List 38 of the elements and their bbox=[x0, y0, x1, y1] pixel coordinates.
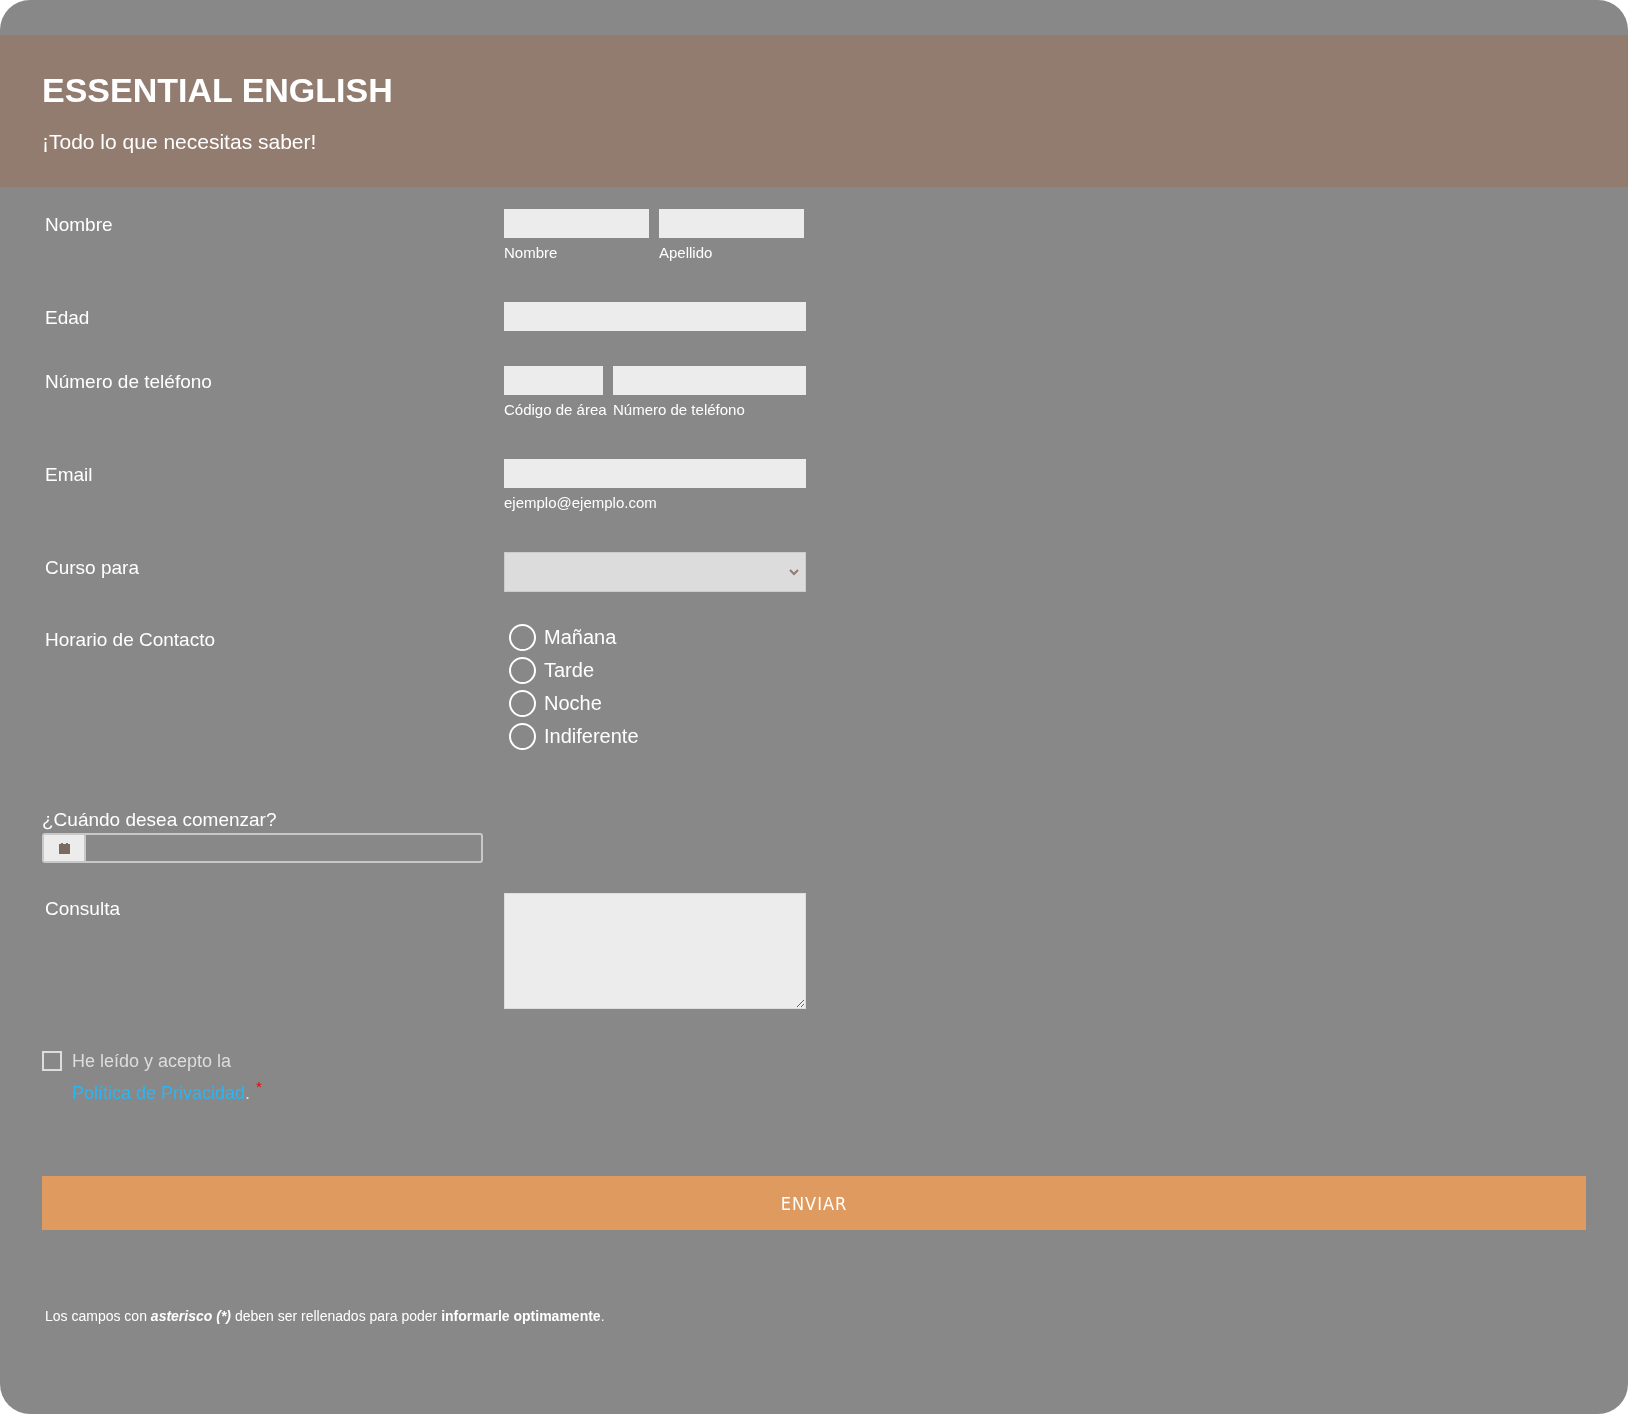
input-field[interactable] bbox=[659, 209, 804, 238]
input-field[interactable] bbox=[504, 302, 806, 331]
text-area[interactable] bbox=[504, 893, 806, 1009]
input-field[interactable] bbox=[504, 209, 649, 238]
chevron-down-icon bbox=[789, 568, 799, 576]
field-label: Número de teléfono bbox=[44, 370, 213, 394]
option-label: Noche bbox=[544, 692, 602, 715]
field-hint: Apellido bbox=[659, 244, 714, 261]
field-label: Email bbox=[44, 463, 94, 487]
radio-button[interactable] bbox=[509, 624, 536, 651]
input-field[interactable] bbox=[504, 366, 603, 395]
option-label: Indiferente bbox=[544, 725, 639, 748]
calendar-icon[interactable] bbox=[58, 842, 70, 854]
consent-text: He leído y acepto la Política de Privacidad. $^{*}$ bbox=[72, 1050, 263, 1105]
radio-button[interactable] bbox=[509, 657, 536, 684]
select-field[interactable] bbox=[504, 552, 806, 592]
date-field[interactable] bbox=[42, 833, 483, 863]
field-label: ¿Cuándo desea comenzar? bbox=[42, 809, 278, 831]
option-label: Tarde bbox=[544, 659, 595, 682]
page-subtitle: ¡Todo lo que necesitas saber! bbox=[42, 130, 318, 154]
field-hint: ejemplo@ejemplo.com bbox=[504, 494, 658, 511]
page-title: ESSENTIAL ENGLISH bbox=[42, 71, 394, 110]
field-label: Horario de Contacto bbox=[44, 628, 217, 652]
field-label: Curso para bbox=[44, 556, 140, 580]
input-field[interactable] bbox=[613, 366, 806, 395]
field-label: Consulta bbox=[44, 897, 121, 921]
footnote: Los campos con asterisco (*) deben ser rellenados para poder informarle optimamente. bbox=[45, 1308, 606, 1324]
radio-button[interactable] bbox=[509, 723, 536, 750]
field-label: Edad bbox=[44, 306, 91, 330]
field-hint: Número de teléfono bbox=[613, 401, 746, 418]
field-label: Nombre bbox=[44, 213, 114, 237]
input-field[interactable] bbox=[504, 459, 806, 488]
field-hint: Nombre bbox=[504, 244, 559, 261]
submit-button[interactable]: ENVIAR bbox=[42, 1176, 1586, 1230]
checkbox[interactable] bbox=[42, 1051, 62, 1071]
privacy-link[interactable]: Política de Privacidad bbox=[72, 1083, 246, 1103]
option-label: Mañana bbox=[544, 626, 617, 649]
radio-button[interactable] bbox=[509, 690, 536, 717]
